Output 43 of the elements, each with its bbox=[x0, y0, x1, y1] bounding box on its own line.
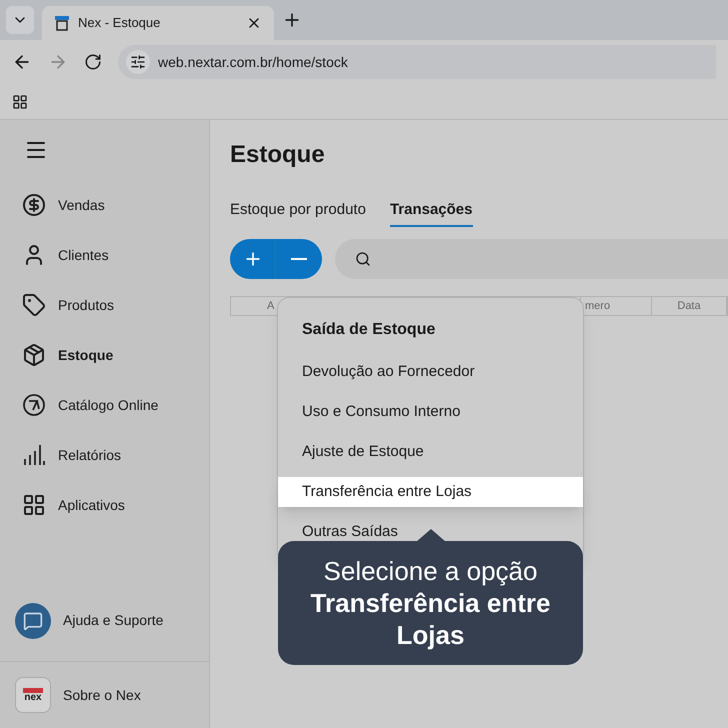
bar-chart-icon bbox=[22, 443, 46, 467]
sidebar-item[interactable]: Vendas bbox=[0, 180, 209, 230]
sidebar-item[interactable]: Catálogo Online bbox=[0, 380, 209, 430]
menu-item[interactable]: Devolução ao Fornecedor bbox=[278, 357, 583, 387]
menu-item[interactable]: Transferência entre Lojas bbox=[278, 477, 583, 507]
sidebar-item[interactable]: Relatórios bbox=[0, 430, 209, 480]
sidebar-item[interactable]: Aplicativos bbox=[0, 480, 209, 530]
tab-title: Nex - Estoque bbox=[78, 14, 162, 32]
tab-list-button[interactable] bbox=[6, 6, 34, 34]
dollar-icon bbox=[22, 193, 46, 217]
page-title: Estoque bbox=[230, 140, 326, 167]
apps-icon[interactable] bbox=[12, 94, 28, 110]
tooltip-bold-text: Transferência entre Lojas bbox=[310, 587, 552, 651]
sidebar-item[interactable]: Estoque bbox=[0, 330, 209, 380]
search-icon bbox=[355, 251, 371, 267]
add-button[interactable] bbox=[230, 239, 276, 279]
tab[interactable]: Transações bbox=[390, 199, 472, 226]
about-link[interactable]: nex Sobre o Nex bbox=[0, 662, 209, 728]
reload-icon[interactable] bbox=[84, 53, 102, 71]
menu-heading: Saída de Estoque bbox=[301, 320, 436, 340]
sidebar-item[interactable]: Clientes bbox=[0, 230, 209, 280]
tab[interactable]: Estoque por produto bbox=[230, 199, 366, 224]
tooltip-text: Selecione a opção bbox=[324, 555, 538, 587]
search-field[interactable] bbox=[335, 239, 728, 279]
minus-icon bbox=[291, 258, 307, 260]
address-bar[interactable]: web.nextar.com.br/home/stock bbox=[118, 45, 716, 79]
tag-icon bbox=[22, 293, 46, 317]
column-header: Data bbox=[677, 298, 701, 314]
support-link[interactable]: Ajuda e Suporte bbox=[0, 580, 209, 662]
column-header: mero bbox=[585, 298, 610, 314]
sidebar-item[interactable]: Produtos bbox=[0, 280, 209, 330]
url-text: web.nextar.com.br/home/stock bbox=[158, 52, 348, 72]
browser-tab[interactable]: Nex - Estoque bbox=[42, 6, 274, 40]
menu-item[interactable]: Uso e Consumo Interno bbox=[278, 397, 583, 427]
menu-item[interactable]: Ajuste de Estoque bbox=[278, 437, 583, 467]
store-icon bbox=[54, 15, 70, 31]
nex-logo: nex bbox=[15, 677, 51, 713]
column-header: A bbox=[267, 298, 274, 314]
site-settings-icon[interactable] bbox=[130, 54, 146, 70]
remove-button[interactable] bbox=[276, 239, 322, 279]
chat-icon bbox=[15, 602, 51, 638]
grid-icon bbox=[22, 493, 46, 517]
box-icon bbox=[22, 343, 46, 367]
